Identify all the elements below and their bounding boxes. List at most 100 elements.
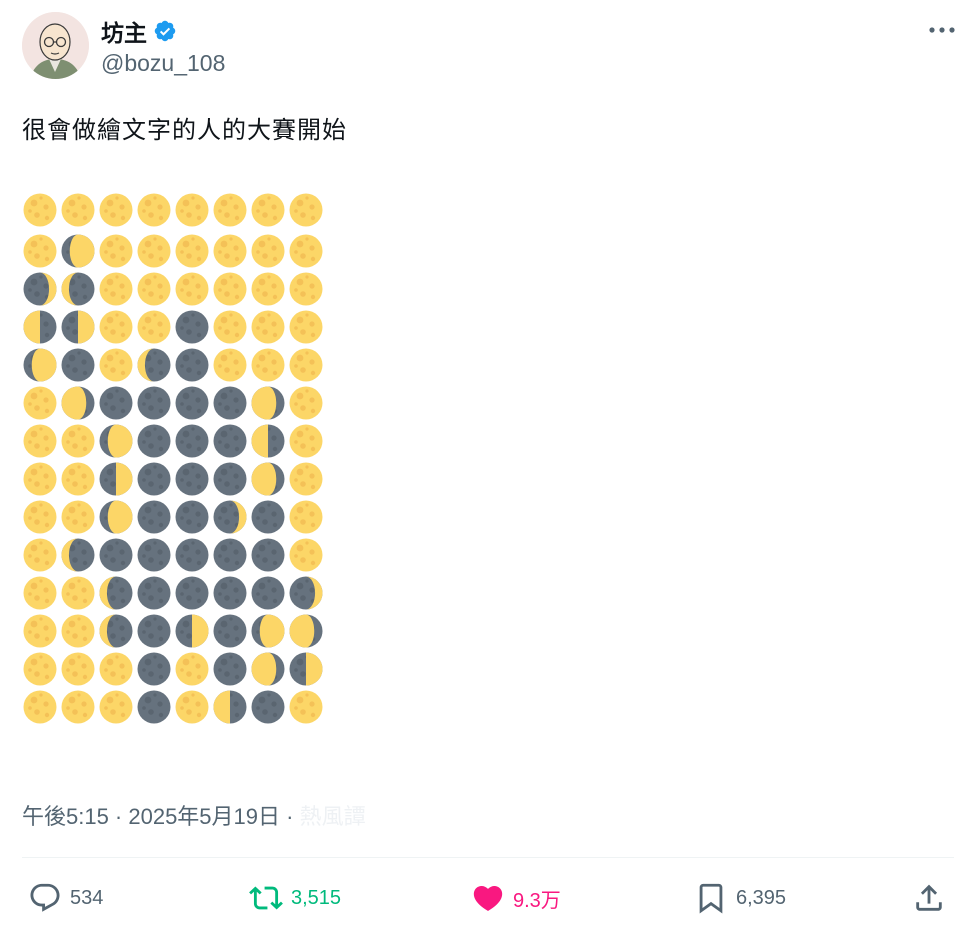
bookmark-button[interactable]: 6,395	[694, 878, 786, 918]
full-moon-icon	[23, 234, 57, 268]
waxing-crescent-moon-icon	[289, 576, 323, 610]
full-moon-icon	[175, 193, 209, 227]
display-name[interactable]: 坊主	[101, 14, 147, 48]
avatar[interactable]	[22, 12, 89, 79]
full-moon-icon	[99, 310, 133, 344]
new-moon-icon	[61, 348, 95, 382]
like-button[interactable]: 9.3万	[471, 878, 561, 918]
full-moon-icon	[61, 424, 95, 458]
full-moon-icon	[251, 310, 285, 344]
full-moon-icon	[213, 234, 247, 268]
full-moon-icon	[289, 310, 323, 344]
waning-gibbous-moon-icon	[251, 386, 285, 420]
last-quarter-moon-icon	[213, 690, 247, 724]
full-moon-icon	[175, 690, 209, 724]
views-label: 熱風譚	[299, 804, 366, 829]
new-moon-icon	[213, 462, 247, 496]
full-moon-icon	[251, 348, 285, 382]
full-moon-icon	[61, 614, 95, 648]
post-timestamp[interactable]: 午後5:15 · 2025年5月19日 ·	[22, 804, 300, 829]
full-moon-icon	[23, 193, 57, 227]
monk-avatar-icon	[22, 12, 89, 79]
full-moon-icon	[251, 193, 285, 227]
post-text: 很會做繪文字的人的大賽開始	[22, 117, 347, 144]
reply-count: 534	[70, 886, 104, 909]
more-options-button[interactable]	[924, 18, 960, 42]
full-moon-icon	[175, 272, 209, 306]
new-moon-icon	[175, 538, 209, 572]
new-moon-icon	[99, 386, 133, 420]
full-moon-icon	[137, 193, 171, 227]
full-moon-icon	[251, 272, 285, 306]
new-moon-icon	[175, 576, 209, 610]
waning-crescent-moon-icon	[61, 272, 95, 306]
new-moon-icon	[213, 386, 247, 420]
full-moon-icon	[289, 538, 323, 572]
waning-gibbous-moon-icon	[61, 386, 95, 420]
full-moon-icon	[289, 386, 323, 420]
new-moon-icon	[175, 348, 209, 382]
waxing-crescent-moon-icon	[23, 272, 57, 306]
user-handle[interactable]: @bozu_108	[101, 50, 225, 77]
new-moon-icon	[137, 690, 171, 724]
full-moon-icon	[175, 234, 209, 268]
full-moon-icon	[61, 500, 95, 534]
new-moon-icon	[137, 424, 171, 458]
new-moon-icon	[251, 690, 285, 724]
moon-emoji-grid[interactable]	[22, 192, 326, 768]
new-moon-icon	[137, 386, 171, 420]
new-moon-icon	[251, 576, 285, 610]
full-moon-icon	[137, 310, 171, 344]
full-moon-icon	[61, 690, 95, 724]
full-moon-icon	[289, 462, 323, 496]
full-moon-icon	[175, 652, 209, 686]
full-moon-icon	[213, 310, 247, 344]
full-moon-icon	[23, 424, 57, 458]
full-moon-icon	[99, 690, 133, 724]
full-moon-icon	[99, 272, 133, 306]
full-moon-icon	[137, 272, 171, 306]
full-moon-icon	[213, 272, 247, 306]
full-moon-icon	[289, 234, 323, 268]
waxing-gibbous-moon-icon	[251, 614, 285, 648]
heart-icon	[473, 885, 503, 911]
full-moon-icon	[289, 272, 323, 306]
new-moon-icon	[251, 500, 285, 534]
new-moon-icon	[213, 614, 247, 648]
full-moon-icon	[23, 576, 57, 610]
full-moon-icon	[23, 500, 57, 534]
full-moon-icon	[289, 424, 323, 458]
full-moon-icon	[23, 462, 57, 496]
waning-crescent-moon-icon	[61, 538, 95, 572]
full-moon-icon	[213, 193, 247, 227]
full-moon-icon	[289, 193, 323, 227]
new-moon-icon	[175, 424, 209, 458]
waxing-gibbous-moon-icon	[99, 424, 133, 458]
new-moon-icon	[137, 462, 171, 496]
actions-divider	[22, 857, 954, 858]
share-button[interactable]	[912, 878, 946, 918]
new-moon-icon	[175, 310, 209, 344]
full-moon-icon	[99, 193, 133, 227]
waxing-gibbous-moon-icon	[23, 348, 57, 382]
waning-gibbous-moon-icon	[251, 652, 285, 686]
full-moon-icon	[137, 234, 171, 268]
new-moon-icon	[137, 576, 171, 610]
waning-crescent-moon-icon	[99, 614, 133, 648]
reply-button[interactable]: 534	[28, 878, 103, 918]
waning-crescent-moon-icon	[137, 348, 171, 382]
share-icon	[916, 884, 942, 911]
last-quarter-moon-icon	[251, 424, 285, 458]
full-moon-icon	[61, 652, 95, 686]
full-moon-icon	[23, 538, 57, 572]
bookmark-icon	[699, 883, 723, 914]
author-row: 坊主	[101, 14, 177, 48]
retweet-button[interactable]: 3,515	[249, 878, 341, 918]
full-moon-icon	[99, 652, 133, 686]
new-moon-icon	[175, 386, 209, 420]
new-moon-icon	[251, 538, 285, 572]
waning-gibbous-moon-icon	[289, 614, 323, 648]
first-quarter-moon-icon	[289, 652, 323, 686]
first-quarter-moon-icon	[175, 614, 209, 648]
full-moon-icon	[61, 193, 95, 227]
